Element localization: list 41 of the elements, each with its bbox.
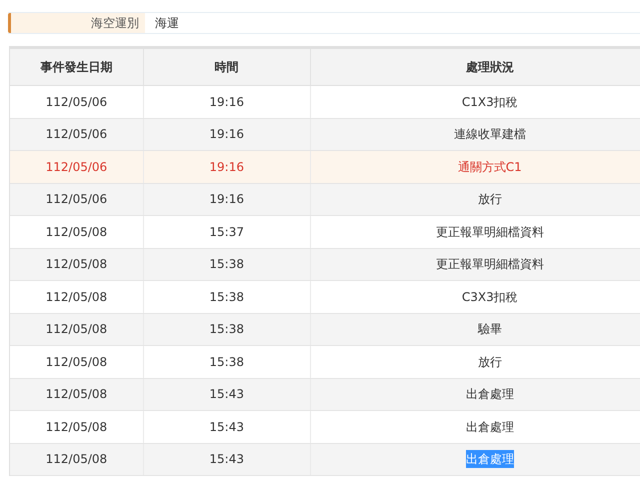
- table-cell-text: 15:43: [209, 418, 244, 436]
- table-cell: 出倉處理: [466, 450, 514, 468]
- table-cell-text: 15:43: [209, 451, 244, 468]
- field-label: 海空運別: [8, 13, 145, 33]
- table-cell-text: 112/05/08: [46, 256, 108, 274]
- table-cell-text: 15:38: [209, 321, 244, 338]
- table-cell-text: 驗畢: [478, 321, 502, 338]
- table-cell-text: 更正報單明細檔資料: [436, 256, 544, 274]
- table-cell-text: 112/05/06: [46, 126, 108, 144]
- table-cell-text: 112/05/06: [46, 158, 108, 176]
- table-cell-text: C3X3扣稅: [462, 288, 518, 306]
- table-cell-text: 出倉處理: [466, 418, 514, 436]
- table-cell-text: 112/05/08: [46, 418, 108, 436]
- table-cell-text: 112/05/08: [46, 451, 108, 468]
- table-cell-text: C1X3扣稅: [462, 94, 518, 111]
- table-cell-text: 19:16: [209, 191, 244, 208]
- table-cell-text: 放行: [478, 354, 502, 371]
- table-cell-text: 19:16: [209, 94, 244, 111]
- table-cell-text: 19:16: [209, 126, 244, 144]
- column-header: 事件發生日期: [10, 49, 144, 85]
- table-cell-text: 15:37: [209, 224, 244, 241]
- column-header: 處理狀況: [310, 49, 640, 85]
- field-value: 海運: [154, 15, 179, 32]
- table-cell-text: 放行: [478, 191, 502, 208]
- table-cell-text: 15:43: [209, 386, 244, 404]
- table-cell-text: 112/05/08: [46, 288, 108, 306]
- table-cell-text: 112/05/08: [46, 321, 108, 338]
- table-cell-text: 出倉處理: [466, 386, 514, 404]
- table-cell-text: 112/05/06: [46, 191, 108, 208]
- table-cell-text: 112/05/08: [46, 386, 108, 404]
- column-header: 時間: [144, 49, 311, 85]
- table-cell-text: 112/05/08: [46, 354, 108, 371]
- table-cell-text: 更正報單明細檔資料: [436, 224, 544, 241]
- table-cell-text: 112/05/06: [46, 94, 108, 111]
- table-cell-text: 15:38: [209, 256, 244, 274]
- table-cell-text: 通關方式C1: [458, 158, 522, 176]
- table-cell-text: 112/05/08: [46, 224, 108, 241]
- table-cell-text: 連線收單建檔: [454, 126, 526, 144]
- table-cell-text: 15:38: [209, 288, 244, 306]
- table-cell-text: 19:16: [209, 158, 244, 176]
- table-cell-text: 15:38: [209, 354, 244, 371]
